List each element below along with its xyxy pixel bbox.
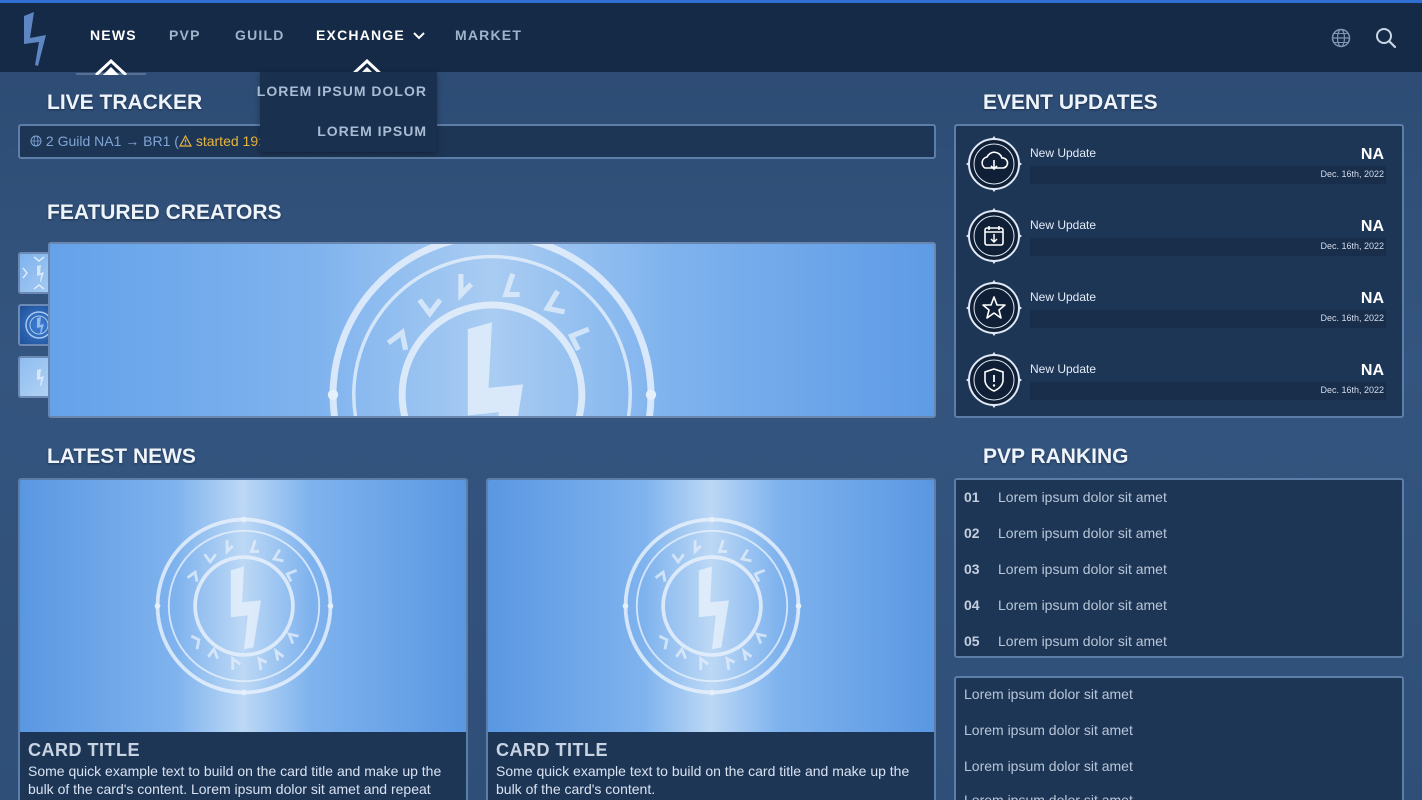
list-item[interactable]: Lorem ipsum dolor sit amet <box>964 792 1133 800</box>
dropdown-item-lorem-ipsum-dolor[interactable]: LOREM IPSUM DOLOR <box>257 83 427 99</box>
live-tracker-warning-text: started 19:4 <box>195 133 270 149</box>
event-region: NA <box>1360 362 1384 379</box>
lightning-logo-icon[interactable] <box>18 8 54 68</box>
ranking-row[interactable]: 05 Lorem ipsum dolor sit amet <box>956 624 1402 660</box>
event-date: Dec. 16th, 2022 <box>1320 169 1384 179</box>
rank-number: 04 <box>964 597 980 613</box>
rune-seal-emblem-icon <box>150 512 338 700</box>
featured-creator-banner[interactable] <box>48 242 936 418</box>
event-row[interactable]: New Update NA Dec. 16th, 2022 <box>956 126 1402 198</box>
live-tracker-text: 2 Guild NA1 → BR1 ( <box>45 133 179 149</box>
rank-player-name: Lorem ipsum dolor sit amet <box>998 597 1167 613</box>
nav-item-news[interactable]: NEWS <box>90 27 137 43</box>
live-tracker-title: LIVE TRACKER <box>47 91 203 114</box>
rank-player-name: Lorem ipsum dolor sit amet <box>998 561 1167 577</box>
event-row[interactable]: New Update NA Dec. 16th, 2022 <box>956 198 1402 270</box>
event-updates-title: EVENT UPDATES <box>983 91 1158 114</box>
rank-number: 02 <box>964 525 980 541</box>
event-region: NA <box>1360 218 1384 235</box>
event-title: New Update <box>1030 290 1097 304</box>
event-date: Dec. 16th, 2022 <box>1320 385 1384 395</box>
pvp-ranking-title: PVP RANKING <box>983 445 1129 468</box>
rank-player-name: Lorem ipsum dolor sit amet <box>998 489 1167 505</box>
exchange-dropdown-menu: LOREM IPSUM DOLOR LOREM IPSUM <box>257 72 437 152</box>
ranking-row[interactable]: 02 Lorem ipsum dolor sit amet <box>956 516 1402 552</box>
star-icon <box>966 280 1022 336</box>
event-title: New Update <box>1030 146 1097 160</box>
news-card-title: CARD TITLE <box>496 740 608 760</box>
rank-player-name: Lorem ipsum dolor sit amet <box>998 525 1167 541</box>
featured-creators-title: FEATURED CREATORS <box>47 201 282 224</box>
search-icon[interactable] <box>1375 27 1397 49</box>
nav-item-guild[interactable]: GUILD <box>235 27 285 43</box>
event-date: Dec. 16th, 2022 <box>1320 241 1384 251</box>
news-card-image <box>488 480 934 732</box>
dropdown-item-lorem-ipsum[interactable]: LOREM IPSUM <box>317 123 427 139</box>
calendar-download-icon <box>966 208 1022 264</box>
rank-number: 01 <box>964 489 980 505</box>
list-item[interactable]: Lorem ipsum dolor sit amet <box>964 686 1133 702</box>
shield-alert-icon <box>966 352 1022 408</box>
nav-item-exchange[interactable]: EXCHANGE <box>316 27 425 43</box>
ranking-row[interactable]: 03 Lorem ipsum dolor sit amet <box>956 552 1402 588</box>
event-title: New Update <box>1030 362 1097 376</box>
warning-icon <box>178 134 192 147</box>
top-navbar: NEWS PVP GUILD EXCHANGE MARKET <box>0 3 1422 75</box>
nav-item-pvp[interactable]: PVP <box>169 27 201 43</box>
cloud-download-icon <box>966 136 1022 192</box>
globe-icon <box>30 135 42 147</box>
live-tracker-bar[interactable]: 2 Guild NA1 → BR1 ( started 19:4 <box>18 124 936 159</box>
globe-icon[interactable] <box>1330 27 1352 49</box>
secondary-list-panel: Lorem ipsum dolor sit amet Lorem ipsum d… <box>954 676 1404 800</box>
news-card-image <box>20 480 466 732</box>
ranking-row[interactable]: 01 Lorem ipsum dolor sit amet <box>956 480 1402 516</box>
event-row[interactable]: New Update NA Dec. 16th, 2022 <box>956 342 1402 414</box>
event-updates-panel: New Update NA Dec. 16th, 2022 New Update… <box>954 124 1404 418</box>
latest-news-title: LATEST NEWS <box>47 445 196 468</box>
rune-seal-emblem-icon <box>300 242 684 418</box>
news-card[interactable]: CARD TITLE Some quick example text to bu… <box>18 478 468 800</box>
news-card-title: CARD TITLE <box>28 740 140 760</box>
rank-player-name: Lorem ipsum dolor sit amet <box>998 633 1167 649</box>
list-item[interactable]: Lorem ipsum dolor sit amet <box>964 722 1133 738</box>
event-region: NA <box>1360 290 1384 307</box>
news-card[interactable]: CARD TITLE Some quick example text to bu… <box>486 478 936 800</box>
nav-active-marker <box>76 58 146 75</box>
rune-seal-emblem-icon <box>618 512 806 700</box>
event-region: NA <box>1360 146 1384 163</box>
pvp-ranking-panel: 01 Lorem ipsum dolor sit amet 02 Lorem i… <box>954 478 1404 658</box>
ranking-row[interactable]: 04 Lorem ipsum dolor sit amet <box>956 588 1402 624</box>
news-card-text: Some quick example text to build on the … <box>496 763 910 797</box>
nav-item-market[interactable]: MARKET <box>455 27 522 43</box>
event-date: Dec. 16th, 2022 <box>1320 313 1384 323</box>
rank-number: 03 <box>964 561 980 577</box>
news-card-text: Some quick example text to build on the … <box>28 763 442 797</box>
event-row[interactable]: New Update NA Dec. 16th, 2022 <box>956 270 1402 342</box>
rank-number: 05 <box>964 633 980 649</box>
chevron-down-icon <box>413 32 425 40</box>
list-item[interactable]: Lorem ipsum dolor sit amet <box>964 758 1133 774</box>
nav-item-exchange-label: EXCHANGE <box>316 27 405 43</box>
event-title: New Update <box>1030 218 1097 232</box>
